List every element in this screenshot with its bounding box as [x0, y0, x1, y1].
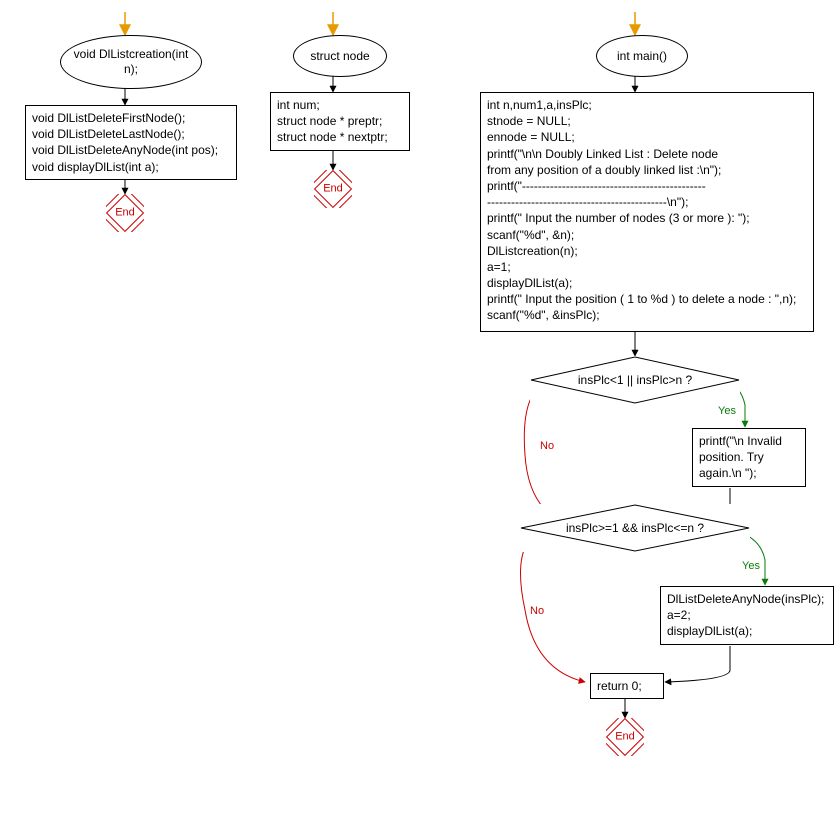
- struct-node-ellipse: struct node: [293, 35, 387, 77]
- end-label: End: [323, 184, 343, 195]
- edge-yes-2: Yes: [742, 560, 760, 572]
- delete-node-box: DlListDeleteAnyNode(insPlc); a=2; displa…: [660, 586, 834, 645]
- ellipse-label: struct node: [310, 49, 369, 64]
- ellipse-label: void DlListcreation(int n);: [67, 47, 195, 77]
- decision-label: insPlc<1 || insPlc>n ?: [578, 373, 692, 387]
- end-terminator-3: End: [606, 718, 644, 756]
- main-ellipse: int main(): [596, 35, 688, 77]
- prototype-box: void DlListDeleteFirstNode(); void DlLis…: [25, 105, 237, 180]
- ellipse-label: int main(): [617, 49, 667, 64]
- decision-valid-range: insPlc>=1 && insPlc<=n ?: [520, 504, 750, 552]
- struct-fields-box: int num; struct node * preptr; struct no…: [270, 92, 410, 151]
- edge-no-1: No: [540, 440, 554, 452]
- end-label: End: [615, 732, 635, 743]
- edge-no-2: No: [530, 605, 544, 617]
- edge-yes-1: Yes: [718, 405, 736, 417]
- end-terminator-2: End: [314, 170, 352, 208]
- func-dllistcreation-ellipse: void DlListcreation(int n);: [60, 35, 202, 89]
- flowchart-canvas: void DlListcreation(int n); void DlListD…: [10, 10, 826, 820]
- decision-range-check: insPlc<1 || insPlc>n ?: [530, 356, 740, 404]
- invalid-position-box: printf("\n Invalid position. Try again.\…: [692, 428, 806, 487]
- end-label: End: [115, 208, 135, 219]
- main-body-box: int n,num1,a,insPlc; stnode = NULL; enno…: [480, 92, 814, 332]
- end-terminator-1: End: [106, 194, 144, 232]
- decision-label: insPlc>=1 && insPlc<=n ?: [566, 521, 704, 535]
- return-box: return 0;: [590, 673, 664, 699]
